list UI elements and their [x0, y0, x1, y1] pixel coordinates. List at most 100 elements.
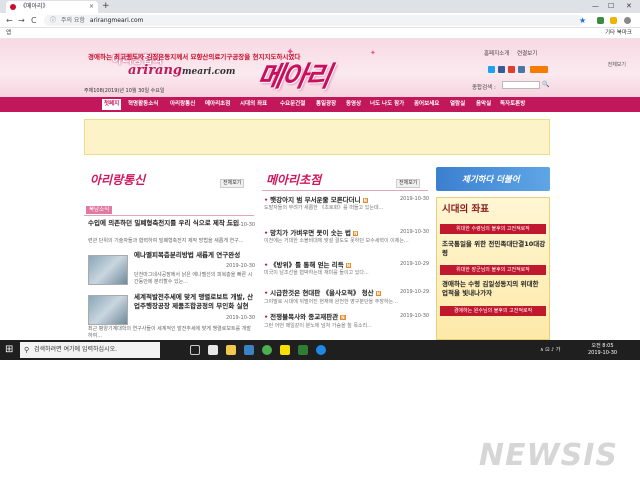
nav-item[interactable]: 동영상 [346, 97, 361, 112]
twitter-icon[interactable] [488, 66, 495, 73]
article-date: 2019-10-30 [400, 229, 430, 235]
site-logo-english[interactable]: arirangmeari.com [128, 63, 235, 78]
article-title[interactable]: • 《방위》를 통해 얻는 리득 N [264, 259, 352, 269]
headline-more-link[interactable]: 전체보기 [608, 61, 626, 68]
extension-icon[interactable] [610, 17, 617, 24]
system-tray[interactable]: ∧ ⊡ ♪ 가 [540, 340, 560, 360]
article-title[interactable]: 세계적발전추세에 맞게 맹렬로보트 개발, 산업주행장공장 제품조합공정의 무인… [134, 293, 254, 311]
article-date: 2019-10-30 [226, 263, 256, 269]
left-more-button[interactable]: 전체보기 [220, 179, 245, 188]
screen: 《메아리》 × + — ☐ ✕ ← → C ⓘ 주의 요함 arirangmea… [0, 0, 640, 360]
new-tab-button[interactable]: + [102, 0, 110, 13]
rss-icon[interactable] [530, 66, 548, 73]
info-icon[interactable]: ⓘ [50, 17, 56, 24]
classic-work-link[interactable]: 조국통일을 위한 전민족대단결10대강령 [442, 240, 546, 258]
bookmarks-bar: 앱 기타 북마크 [0, 28, 640, 39]
subtab-north-south[interactable]: 북남소식 [86, 206, 113, 214]
search-icon[interactable]: 🔍 [542, 81, 550, 89]
article-summary: 이전에는 거대한 소볼비대에 맞설 결도도 못하던 보수세력이 이제는... [264, 238, 409, 244]
clock-time: 오전 8:05 [591, 343, 614, 349]
nav-item[interactable]: 수요문건철 [280, 97, 305, 112]
bullet-icon: • [264, 229, 269, 237]
nav-item[interactable]: 꼼어보세요 [414, 97, 439, 112]
browser-toolbar: ← → C ⓘ 주의 요함 arirangmeari.com ★ [0, 13, 640, 28]
social-icon[interactable] [508, 66, 515, 73]
bookmark-star-icon[interactable]: ★ [579, 13, 586, 28]
masthead-logo[interactable]: 메아리 [254, 55, 332, 95]
nav-item[interactable]: 시대의 좌표 [240, 97, 267, 112]
nav-item[interactable]: 통일광장 [316, 97, 336, 112]
article-title[interactable]: 수입에 의존하던 밀폐형축전지를 우리 식으로 제작 도입 [88, 219, 248, 228]
taskbar-search-box[interactable]: ⚲ 검색하려면 여기에 입력하십시오. [20, 342, 160, 358]
search-input[interactable] [502, 81, 540, 89]
era-coordinates-title[interactable]: 시대의 좌표 [442, 201, 489, 215]
bookmark-apps[interactable]: 앱 [6, 28, 11, 39]
article-title[interactable]: • 망치가 가벼우면 못이 솟는 법N [264, 227, 359, 237]
classic-works-bar[interactable]: 경애하는 원수님의 불후의 고전적로작 [440, 306, 546, 316]
nav-item[interactable]: 메아리초점 [205, 97, 230, 112]
clock-date: 2019-10-30 [588, 350, 618, 356]
messenger-icon[interactable] [280, 345, 290, 355]
profile-icon[interactable] [624, 17, 631, 24]
top-link-about[interactable]: 홈페지소개 [484, 51, 509, 57]
article-title[interactable]: • 전쟁불목사와 종교재판관 N [264, 311, 346, 321]
main-nav: 첫페지 혁명활동소식 아리랑통신 메아리초점 시대의 좌표 수요문건철 통일광장… [0, 97, 640, 112]
browser-tab[interactable]: 《메아리》 × [6, 1, 98, 13]
nav-item[interactable]: 열람실 [450, 97, 465, 112]
address-bar[interactable]: ⓘ 주의 요함 arirangmeari.com [44, 15, 584, 26]
bookmark-other[interactable]: 기타 북마크 [605, 28, 632, 39]
article-summary: 미국이 남조선을 협박하는데 재미를 들이고 있다... [264, 270, 369, 276]
task-view-icon[interactable] [190, 345, 200, 355]
tab-close-icon[interactable]: × [89, 1, 94, 13]
classic-work-link[interactable]: 경애하는 수령 김일성동지의 위대한 업적을 빛내나가자 [442, 280, 546, 298]
article-title[interactable]: • 햇강아지 범 무서운줄 모른다더니 N [264, 194, 369, 204]
social-icon[interactable] [518, 66, 525, 73]
nav-item[interactable]: 음악실 [476, 97, 491, 112]
app-icon[interactable] [208, 345, 218, 355]
chrome-icon[interactable] [262, 345, 272, 355]
nav-item[interactable]: 너도 나도 참가 [370, 97, 404, 112]
reload-button[interactable]: C [31, 13, 37, 28]
top-link-links[interactable]: 련결보기 [517, 51, 537, 57]
article-title[interactable]: • 시급한것은 현대판 《을사오적》 청산 N [264, 287, 382, 297]
close-window-button[interactable]: ✕ [626, 0, 632, 13]
minimize-button[interactable]: — [592, 0, 599, 13]
nav-item[interactable]: 혁명활동소식 [128, 97, 158, 112]
article-date: 2019-10-29 [400, 261, 430, 267]
article-thumbnail[interactable] [88, 255, 128, 285]
back-button[interactable]: ← [6, 13, 13, 28]
maximize-button[interactable]: ☐ [608, 0, 614, 13]
mid-more-button[interactable]: 전체보기 [396, 179, 421, 188]
article-date: 2019-10-30 [226, 222, 256, 228]
article-title[interactable]: 에나멜피복층분리방법 새롭게 연구완성 [134, 251, 254, 260]
extension-shield-icon[interactable] [597, 17, 604, 24]
right-promo-text[interactable]: 제기하다 더불어 [462, 173, 520, 185]
browser-tabbar: 《메아리》 × + — ☐ ✕ [0, 0, 640, 13]
headline-banner[interactable] [84, 119, 550, 155]
file-explorer-icon[interactable] [226, 345, 236, 355]
forward-button[interactable]: → [18, 13, 25, 28]
headline-text[interactable]: 경애하는 최고령도자 김정은동지께서 묘향산의료기구공장을 현지지도하시였다 [88, 51, 300, 61]
taskbar-clock[interactable]: 오전 8:05 2019-10-30 [588, 343, 617, 357]
divider [84, 215, 254, 216]
store-icon[interactable] [244, 345, 254, 355]
nav-item[interactable]: 아리랑통신 [170, 97, 195, 112]
logo-domain: meari.com [182, 67, 236, 77]
nav-home[interactable]: 첫페지 [102, 99, 122, 110]
article-thumbnail[interactable] [88, 295, 128, 325]
url-text: arirangmeari.com [89, 17, 144, 24]
article-title-text: 《방위》를 통해 얻는 리득 [270, 261, 344, 269]
facebook-icon[interactable] [498, 66, 505, 73]
section-title-focus[interactable]: 메아리초점 [266, 171, 321, 188]
classic-works-bar[interactable]: 위대한 장군님의 불후의 고전적로작 [440, 265, 546, 275]
app-icon[interactable] [298, 345, 308, 355]
security-label: 주의 요함 [60, 17, 85, 24]
web-page: 아리랑협회 arirangmeari.com 주체108(2019)년 10월 … [0, 39, 640, 340]
article-title-text: 햇강아지 범 무서운줄 모른다더니 [270, 196, 361, 204]
classic-works-bar[interactable]: 위대한 수령님의 불후의 고전적로작 [440, 224, 546, 234]
section-title-arirang[interactable]: 아리랑통신 [90, 171, 145, 188]
windows-start-icon[interactable]: ⊞ [5, 345, 13, 355]
nav-item[interactable]: 독자토론방 [500, 97, 525, 112]
article-summary: 그런 어떤 매일같이 분노에 넘쳐 가슴을 칠 목소리... [264, 323, 372, 329]
ie-browser-icon[interactable] [316, 345, 326, 355]
